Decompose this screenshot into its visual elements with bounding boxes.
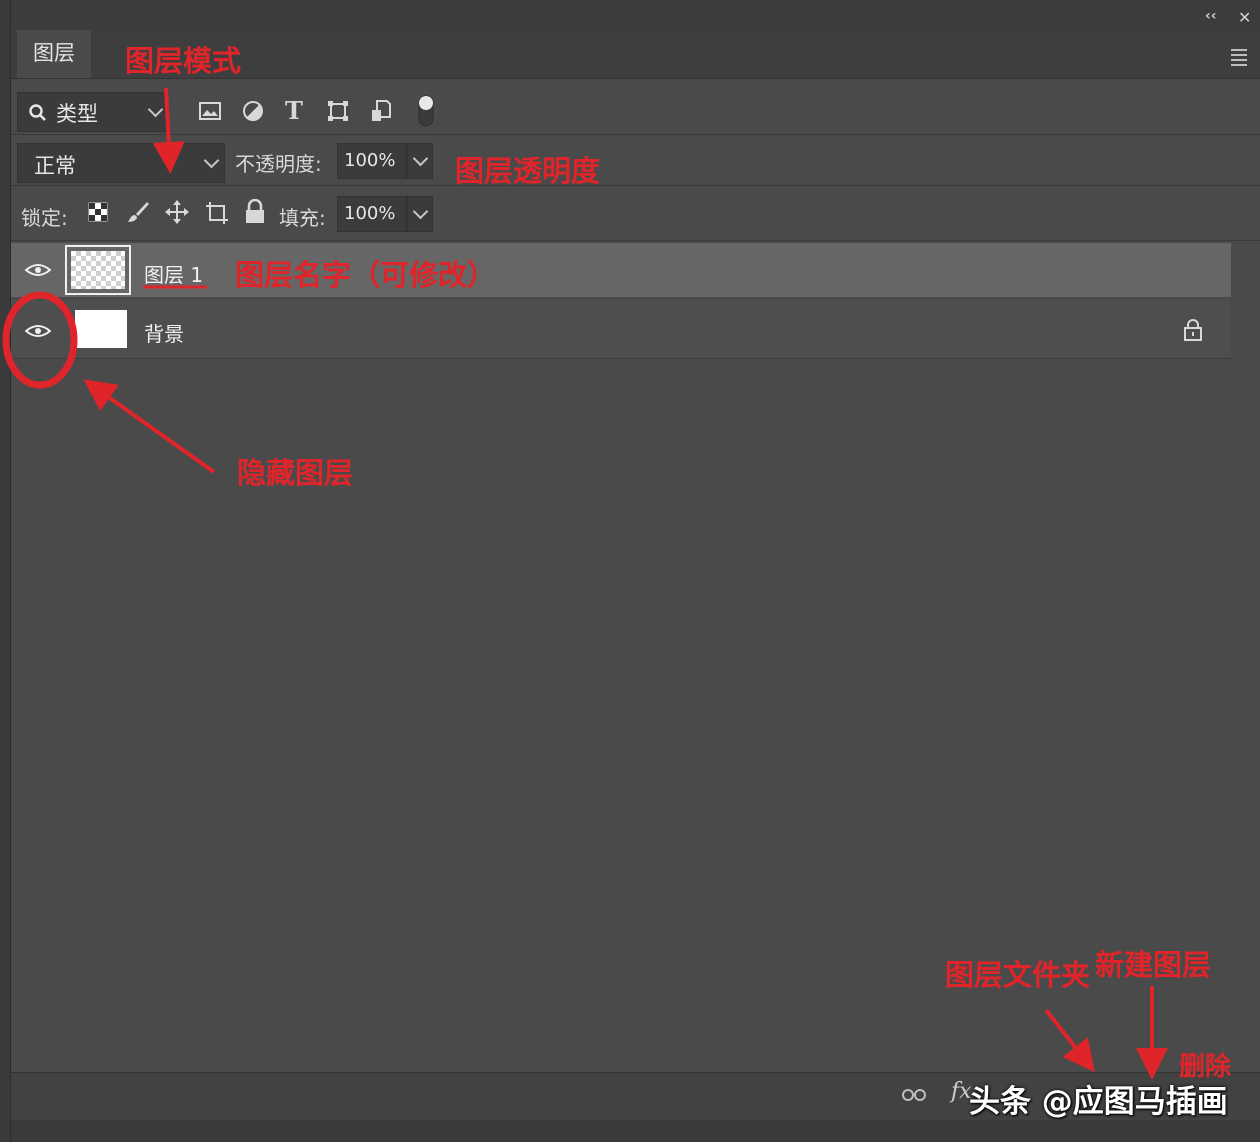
double-chevron-left-icon[interactable]: ‹‹ <box>1205 8 1217 24</box>
thumbnail-selection-frame <box>65 245 131 295</box>
opacity-value: 100% <box>344 150 396 171</box>
layer-name[interactable]: 图层 1 <box>144 259 203 288</box>
lock-all-icon[interactable] <box>244 199 266 225</box>
filter-toggle-icon[interactable] <box>415 94 437 128</box>
lock-transparency-icon[interactable] <box>88 202 108 222</box>
blend-mode-dropdown[interactable]: 正常 <box>17 143 225 183</box>
layer-thumbnail[interactable] <box>75 310 127 348</box>
footer-strip <box>11 1120 1260 1142</box>
lock-label: 锁定: <box>21 206 68 230</box>
filter-row: 类型 T <box>11 82 1260 135</box>
blend-mode-value: 正常 <box>34 154 76 178</box>
annotation-layer-name: 图层名字（可修改） <box>235 258 497 292</box>
lock-artboard-icon[interactable] <box>204 200 230 226</box>
layer-name[interactable]: 背景 <box>144 318 184 347</box>
lock-pixels-icon[interactable] <box>126 200 150 224</box>
tab-layers[interactable]: 图层 <box>17 30 91 78</box>
lock-row: 锁定: 填充: 100% <box>11 186 1260 241</box>
layers-panel: ‹‹ ✕ 图层 类型 T 正常 不透明度: 100% 锁定: 填充: 100% … <box>10 0 1260 1142</box>
annotation-blend-mode: 图层模式 <box>125 44 242 78</box>
fill-value: 100% <box>344 203 396 224</box>
link-layers-icon[interactable] <box>901 1087 927 1103</box>
lock-icon <box>1184 319 1202 341</box>
adjustment-filter-icon[interactable] <box>242 100 264 122</box>
image-filter-icon[interactable] <box>199 102 221 120</box>
opacity-input[interactable]: 100% <box>337 143 407 179</box>
search-icon <box>29 104 46 121</box>
annotation-opacity: 图层透明度 <box>455 154 601 188</box>
opacity-label: 不透明度: <box>235 152 322 176</box>
shape-filter-icon[interactable] <box>327 100 349 122</box>
layer-thumbnail[interactable] <box>71 251 125 289</box>
annotation-new-layer: 新建图层 <box>1095 948 1212 982</box>
lock-position-icon[interactable] <box>164 199 190 225</box>
blend-row: 正常 不透明度: 100% <box>11 135 1260 186</box>
opacity-slider-toggle[interactable] <box>407 143 433 179</box>
filter-kind-dropdown[interactable]: 类型 <box>17 92 167 132</box>
watermark: 头条 @应图马插画 <box>969 1084 1228 1120</box>
fill-slider-toggle[interactable] <box>407 196 433 232</box>
chevron-down-icon <box>412 203 429 220</box>
chevron-down-icon <box>147 101 164 118</box>
chevron-down-icon <box>203 152 220 169</box>
type-filter-icon[interactable]: T <box>285 96 303 125</box>
filter-kind-label: 类型 <box>56 102 98 126</box>
fill-input[interactable]: 100% <box>337 196 407 232</box>
annotation-group: 图层文件夹 <box>945 958 1091 992</box>
layer-row[interactable]: 图层 1 <box>11 243 1231 297</box>
smart-object-filter-icon[interactable] <box>370 99 392 123</box>
panel-menu-icon[interactable] <box>1231 46 1247 69</box>
fill-label: 填充: <box>279 206 326 230</box>
chevron-down-icon <box>412 150 429 167</box>
eye-icon[interactable] <box>25 324 51 338</box>
eye-icon[interactable] <box>25 263 51 277</box>
layer-row[interactable]: 背景 <box>11 300 1231 359</box>
close-icon[interactable]: ✕ <box>1238 8 1251 27</box>
annotation-hide-layer: 隐藏图层 <box>237 456 354 490</box>
panel-header-strip: ‹‹ ✕ <box>11 0 1260 34</box>
